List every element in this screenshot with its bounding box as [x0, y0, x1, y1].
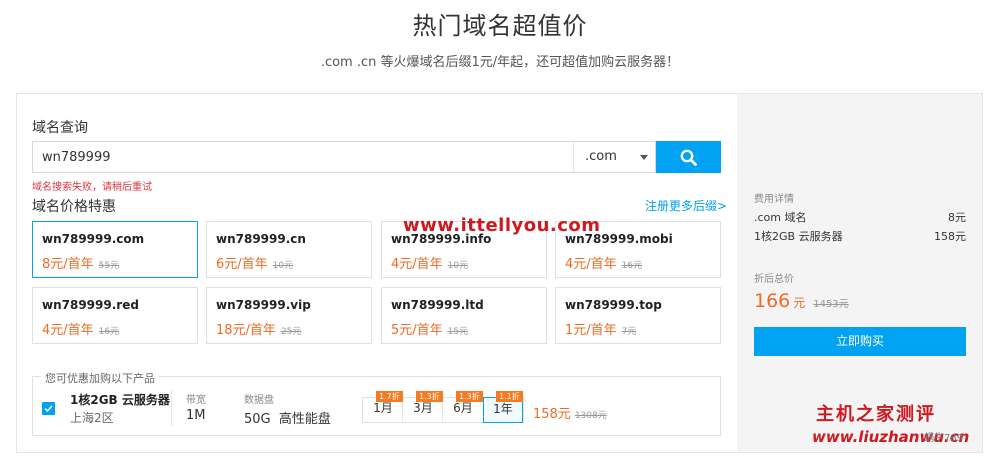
- card-old-price: 10元: [272, 261, 294, 271]
- site-watermark: www.ittellyou.com: [403, 215, 601, 236]
- discount-badge: 1.1折: [496, 391, 523, 402]
- search-error-text: 域名搜索失败，请稍后重试: [32, 182, 152, 193]
- card-price-value: 4元/首年: [391, 257, 443, 272]
- card-price: 4元/首年 16元: [565, 253, 642, 272]
- search-button[interactable]: [656, 141, 721, 173]
- card-old-price: 10元: [447, 261, 469, 271]
- caret-down-icon: [640, 155, 648, 160]
- addon-product-region: 上海2区: [70, 411, 114, 425]
- price-card[interactable]: wn789999.com 8元/首年 55元: [32, 221, 198, 278]
- card-old-price: 55元: [98, 261, 120, 271]
- card-price-value: 1元/首年: [565, 323, 617, 338]
- bandwidth-label: 带宽: [186, 395, 206, 406]
- card-price: 6元/首年 10元: [216, 253, 293, 272]
- domain-search-input[interactable]: [33, 142, 573, 172]
- discount-badge: 1.7折: [376, 391, 403, 402]
- card-domain: wn789999.vip: [216, 298, 311, 312]
- bandwidth-value: 1M: [186, 408, 206, 423]
- card-domain: wn789999.ltd: [391, 298, 484, 312]
- card-domain: wn789999.com: [42, 232, 145, 246]
- addon-offer-legend: 您可优惠加购以下产品: [41, 370, 159, 386]
- check-icon: [44, 405, 53, 413]
- cost-row: 1核2GB 云服务器 158元: [754, 228, 966, 244]
- card-old-price: 7元: [621, 327, 637, 337]
- addon-divider: [171, 390, 172, 426]
- addon-product-name: 1核2GB 云服务器: [70, 393, 170, 407]
- card-price-value: 4元/首年: [42, 323, 94, 338]
- search-box: .com: [32, 141, 656, 173]
- addon-price-value: 158元: [533, 407, 571, 422]
- price-card[interactable]: wn789999.cn 6元/首年 10元: [206, 221, 372, 278]
- card-price: 5元/首年 15元: [391, 319, 468, 338]
- cost-details-label: 费用详情: [754, 194, 794, 205]
- page-subtitle: .com .cn 等火爆域名后缀1元/年起，还可超值加购云服务器！: [320, 55, 680, 70]
- buy-now-button[interactable]: 立即购买: [754, 327, 966, 356]
- price-card[interactable]: wn789999.top 1元/首年 7元: [555, 287, 721, 344]
- total-price-value: 166: [754, 290, 791, 312]
- cost-row-name: 1核2GB 云服务器: [754, 230, 843, 243]
- card-price-value: 8元/首年: [42, 257, 94, 272]
- cost-row-value: 8元: [948, 211, 966, 224]
- search-icon: [680, 149, 697, 166]
- card-old-price: 15元: [447, 327, 469, 337]
- disk-value: 50G 高性能盘: [244, 412, 331, 427]
- suffix-select[interactable]: .com: [574, 142, 656, 172]
- suffix-select-value: .com: [585, 149, 617, 164]
- more-suffixes-link[interactable]: 注册更多后缀>: [645, 197, 727, 214]
- card-price: 1元/首年 7元: [565, 319, 636, 338]
- card-domain: wn789999.top: [565, 298, 662, 312]
- card-price-value: 6元/首年: [216, 257, 268, 272]
- brand-stamp-title: 主机之家测评: [816, 404, 936, 425]
- cost-row-name: .com 域名: [754, 211, 807, 224]
- total-price: 166 元 1453元: [754, 290, 849, 312]
- card-price: 18元/首年 25元: [216, 319, 301, 338]
- card-price: 4元/首年 16元: [42, 319, 119, 338]
- card-price-value: 5元/首年: [391, 323, 443, 338]
- card-old-price: 25元: [280, 327, 302, 337]
- addon-price: 158元 1308元: [533, 403, 607, 422]
- cost-row-value: 158元: [934, 230, 966, 243]
- disk-label: 数据盘: [244, 395, 274, 406]
- total-price-label: 折后总价: [754, 274, 794, 285]
- price-card[interactable]: wn789999.ltd 5元/首年 15元: [381, 287, 547, 344]
- card-old-price: 16元: [621, 261, 643, 271]
- page-title: 热门域名超值价: [412, 12, 588, 40]
- discount-badge: 1.3折: [416, 391, 443, 402]
- total-old-price: 1453元: [813, 299, 849, 310]
- cost-row: .com 域名 8元: [754, 209, 966, 225]
- addon-old-price: 1308元: [574, 411, 607, 421]
- search-section-label: 域名查询: [32, 120, 88, 136]
- card-price-value: 18元/首年: [216, 323, 276, 338]
- price-card[interactable]: wn789999.red 4元/首年 16元: [32, 287, 198, 344]
- card-price: 8元/首年 55元: [42, 253, 119, 272]
- card-price-value: 4元/首年: [565, 257, 617, 272]
- card-domain: wn789999.cn: [216, 232, 306, 246]
- discount-badge: 1.3折: [456, 391, 483, 402]
- total-price-unit: 元: [793, 296, 806, 310]
- pricing-section-label: 域名价格特惠: [32, 199, 116, 215]
- price-card[interactable]: wn789999.vip 18元/首年 25元: [206, 287, 372, 344]
- card-domain: wn789999.red: [42, 298, 139, 312]
- addon-checkbox[interactable]: [42, 402, 55, 415]
- card-price: 4元/首年 10元: [391, 253, 468, 272]
- corner-tag: 蜗牛789: [924, 433, 964, 444]
- card-old-price: 16元: [98, 327, 120, 337]
